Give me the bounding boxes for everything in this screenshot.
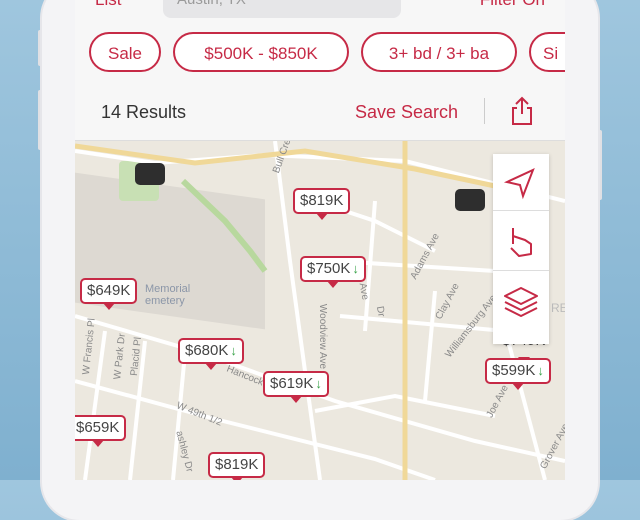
map-view[interactable]: Bull Creek Adams Ave Clay Ave Williamsbu… bbox=[75, 141, 565, 480]
divider bbox=[484, 98, 485, 124]
search-text: Austin, TX bbox=[177, 0, 246, 8]
list-button[interactable]: List bbox=[95, 0, 121, 10]
price-marker[interactable]: $819K bbox=[208, 452, 266, 480]
price-marker[interactable]: $649K bbox=[80, 278, 138, 310]
chip-price[interactable]: $500K - $850K bbox=[173, 32, 349, 72]
price-text: $649K bbox=[87, 282, 131, 299]
transit-icon-right bbox=[455, 189, 485, 211]
locate-button[interactable] bbox=[493, 154, 549, 211]
map-controls bbox=[493, 154, 549, 344]
price-text: $659K bbox=[76, 419, 120, 436]
top-nav: List Austin, TX Filter On bbox=[75, 0, 565, 22]
price-text: $819K bbox=[215, 456, 259, 473]
cemetery-label: Memorial emetery bbox=[145, 283, 190, 307]
price-drop-icon: ↓ bbox=[230, 343, 237, 358]
filter-chips: Sale $500K - $850K 3+ bd / 3+ ba Si bbox=[75, 30, 565, 76]
draw-button[interactable] bbox=[493, 214, 549, 271]
results-count: 14 Results bbox=[101, 102, 187, 122]
chip-single-family[interactable]: Si bbox=[529, 32, 565, 72]
results-bar: 14 Results Save Search bbox=[75, 84, 565, 141]
layers-icon bbox=[504, 287, 538, 317]
map-edge-label: RE bbox=[551, 301, 565, 315]
street-label-dr: Dr bbox=[373, 305, 387, 318]
poi-line-1: Memorial bbox=[145, 283, 191, 295]
price-marker[interactable]: $659K bbox=[75, 415, 127, 447]
save-search-button[interactable]: Save Search bbox=[355, 102, 458, 123]
transit-icon-left bbox=[135, 163, 165, 185]
price-drop-icon: ↓ bbox=[537, 363, 544, 378]
price-text: $750K bbox=[307, 260, 351, 277]
price-marker[interactable]: $680K ↓ bbox=[178, 338, 244, 370]
share-icon[interactable] bbox=[509, 96, 535, 126]
price-marker[interactable]: $599K ↓ bbox=[485, 358, 551, 390]
location-search-field[interactable]: Austin, TX bbox=[163, 0, 401, 18]
chip-sale[interactable]: Sale bbox=[89, 32, 161, 72]
street-label-woodview: Woodview Ave bbox=[317, 303, 329, 370]
poi-line-2: emetery bbox=[145, 295, 185, 307]
price-text: $619K bbox=[270, 375, 314, 392]
price-marker[interactable]: $819K bbox=[293, 188, 351, 220]
price-text: $599K bbox=[492, 362, 536, 379]
price-text: $680K bbox=[185, 342, 229, 359]
location-arrow-icon bbox=[503, 168, 535, 200]
price-drop-icon: ↓ bbox=[315, 376, 322, 391]
price-marker[interactable]: $750K ↓ bbox=[300, 256, 366, 288]
price-drop-icon: ↓ bbox=[352, 261, 359, 276]
chip-beds-baths[interactable]: 3+ bd / 3+ ba bbox=[361, 32, 517, 72]
price-text: $819K bbox=[300, 192, 344, 209]
price-marker[interactable]: $619K ↓ bbox=[263, 371, 329, 403]
phone-power-button bbox=[598, 130, 602, 200]
layers-button[interactable] bbox=[493, 274, 549, 330]
app-screen: List Austin, TX Filter On Sale $500K - $… bbox=[75, 0, 565, 480]
draw-hand-icon bbox=[510, 228, 532, 257]
filter-button[interactable]: Filter On bbox=[480, 0, 545, 10]
